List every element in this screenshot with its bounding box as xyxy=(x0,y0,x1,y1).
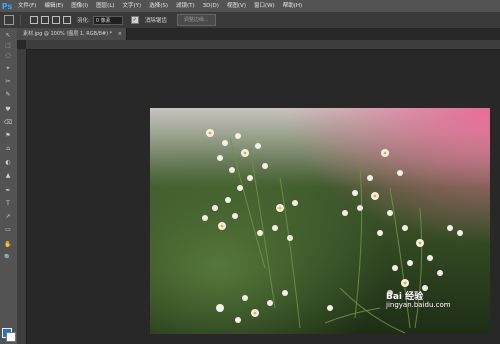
menu-view[interactable]: 视图(V) xyxy=(223,0,250,12)
feather-input[interactable]: 0 像素 xyxy=(92,15,123,25)
close-tab-icon[interactable]: × xyxy=(118,28,122,40)
menu-3d[interactable]: 3D(D) xyxy=(199,0,223,12)
stamp-tool-icon[interactable]: ⚑ xyxy=(3,132,13,140)
baidu-watermark: Bai 经验 jingyan.baidu.com xyxy=(386,289,451,309)
hand-tool-icon[interactable]: ✋ xyxy=(3,241,13,249)
background-color-swatch[interactable] xyxy=(6,332,16,342)
marquee-tool-icon[interactable] xyxy=(4,15,14,25)
gradient-tool-icon[interactable]: ◐ xyxy=(3,159,13,167)
pen-tool-icon[interactable]: ✒ xyxy=(3,187,13,195)
zoom-tool-icon[interactable]: 🔍 xyxy=(3,254,13,262)
healing-brush-tool-icon[interactable]: ♥ xyxy=(3,106,13,114)
menu-window[interactable]: 窗口(W) xyxy=(250,0,279,12)
vertical-ruler xyxy=(17,49,27,344)
menu-select[interactable]: 选择(S) xyxy=(145,0,172,12)
antialias-label: 消除锯齿 xyxy=(144,18,167,24)
new-selection-icon[interactable] xyxy=(30,16,38,24)
history-brush-tool-icon[interactable]: ⌂ xyxy=(3,145,13,153)
crop-tool-icon[interactable]: ✂ xyxy=(3,78,13,86)
menu-layer[interactable]: 图层(L) xyxy=(92,0,118,12)
eraser-tool-icon[interactable]: ⌫ xyxy=(3,119,13,127)
lasso-tool-icon[interactable]: ◌ xyxy=(3,52,13,60)
document-tab[interactable]: 素材.jpg @ 100% (图层 1, RGB/8#) * × xyxy=(17,28,127,40)
rectangle-tool-icon[interactable]: ▭ xyxy=(3,226,13,234)
intersect-selection-icon[interactable] xyxy=(63,16,71,24)
menu-filter[interactable]: 滤镜(T) xyxy=(172,0,199,12)
tools-panel: ↖ ⬚ ◌ ⌖ ✂ ✎ ♥ ⌫ ⚑ ⌂ ◐ ▲ ✒ T ↗ ▭ ✋ 🔍 xyxy=(0,28,18,344)
watermark-url: jingyan.baidu.com xyxy=(386,301,451,309)
menu-file[interactable]: 文件(F) xyxy=(14,0,40,12)
horizontal-ruler xyxy=(26,40,500,50)
options-bar: 羽化: 0 像素 ✓ 消除锯齿 调整边缘... xyxy=(0,12,500,29)
dodge-tool-icon[interactable]: ▲ xyxy=(3,172,13,180)
marquee-tool-icon[interactable]: ⬚ xyxy=(3,42,13,50)
antialias-checkbox[interactable]: ✓ xyxy=(130,16,139,24)
quick-select-tool-icon[interactable]: ⌖ xyxy=(3,65,13,73)
menu-bar: Ps 文件(F) 编辑(E) 图像(I) 图层(L) 文字(Y) 选择(S) 滤… xyxy=(0,0,500,12)
document-tab-title: 素材.jpg @ 100% (图层 1, RGB/8#) * xyxy=(23,31,113,37)
type-tool-icon[interactable]: T xyxy=(3,200,13,208)
menu-help[interactable]: 帮助(H) xyxy=(279,0,306,12)
eyedropper-tool-icon[interactable]: ✎ xyxy=(3,91,13,99)
subtract-selection-icon[interactable] xyxy=(52,16,60,24)
refine-edge-button[interactable]: 调整边缘... xyxy=(176,14,216,26)
menu-image[interactable]: 图像(I) xyxy=(67,0,92,12)
menu-edit[interactable]: 编辑(E) xyxy=(40,0,67,12)
feather-label: 羽化: xyxy=(77,18,90,24)
path-select-tool-icon[interactable]: ↗ xyxy=(3,213,13,221)
add-selection-icon[interactable] xyxy=(41,16,49,24)
menu-type[interactable]: 文字(Y) xyxy=(119,0,146,12)
move-tool-icon[interactable]: ↖ xyxy=(3,32,13,40)
photoshop-logo: Ps xyxy=(1,1,13,11)
divider xyxy=(20,15,21,25)
